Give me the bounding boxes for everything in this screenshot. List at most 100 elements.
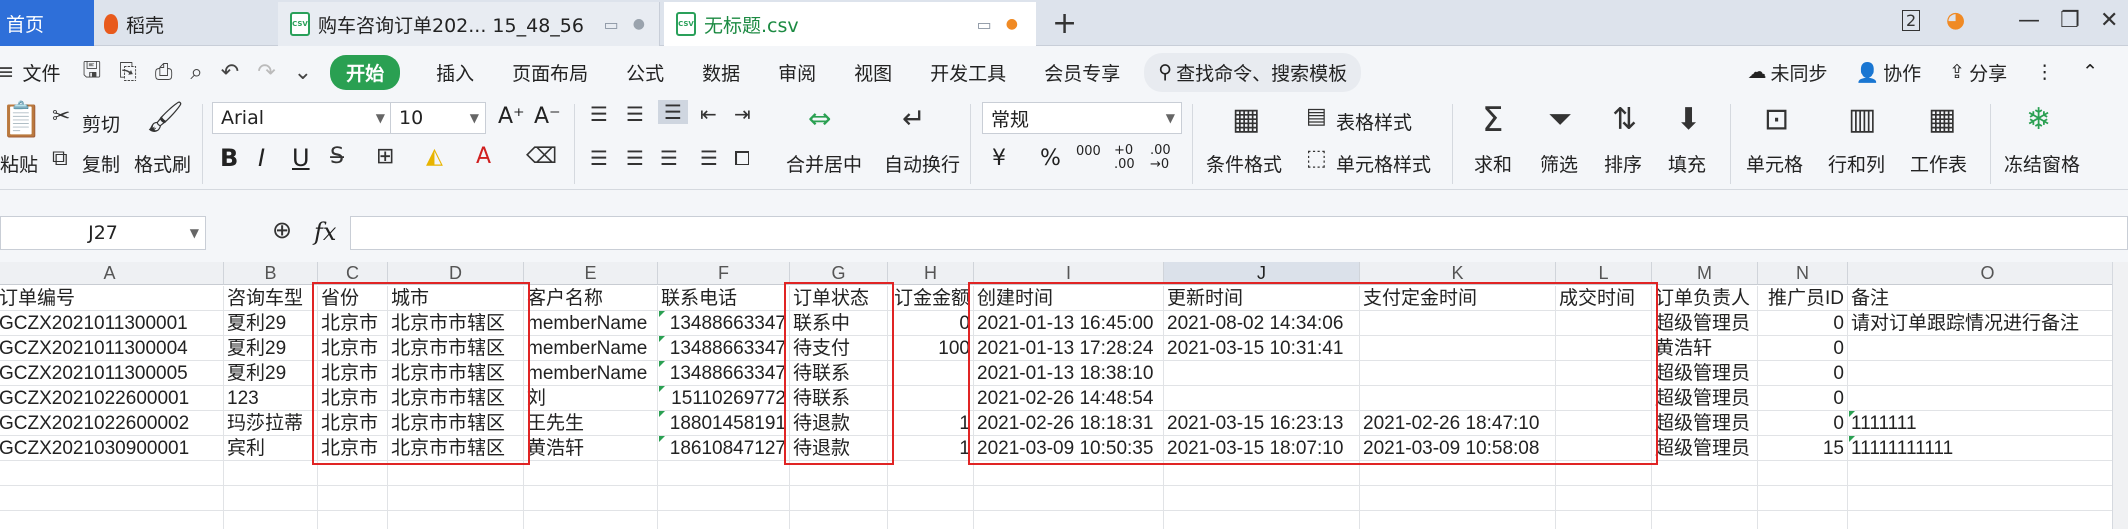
cell-o5[interactable] <box>1848 386 2128 411</box>
cell-e8[interactable] <box>524 461 658 486</box>
cell-h2[interactable]: 0 <box>888 311 974 336</box>
cell-m2[interactable]: 超级管理员 <box>1652 311 1758 336</box>
increase-indent-icon[interactable]: ⇥ <box>734 102 751 126</box>
spreadsheet-grid[interactable]: A B C D E F G H I J K L M N O 订单编号 咨询车型 省份 城市 客户名称 联系电话 订单状态订… <box>0 262 2128 529</box>
cell-n4[interactable]: 0 <box>1758 361 1848 386</box>
freeze-panes-icon[interactable]: ❄ <box>2026 102 2051 137</box>
menu-file[interactable]: 文件 <box>22 59 60 86</box>
copy-button[interactable]: 复制 <box>82 150 120 177</box>
export-icon[interactable]: ⎘ <box>119 60 137 85</box>
cell-c10[interactable] <box>318 511 388 529</box>
fill-icon[interactable]: ⬇ <box>1676 102 1701 137</box>
column-header-f[interactable]: F <box>658 262 790 285</box>
format-painter-icon[interactable]: 🖌 <box>146 100 184 135</box>
cell-e3[interactable]: memberName <box>524 336 658 361</box>
row-column-icon[interactable]: ▥ <box>1848 102 1876 137</box>
close-icon[interactable]: ✕ <box>2100 8 2118 33</box>
menu-formulas[interactable]: 公式 <box>626 59 664 86</box>
wrap-text-button[interactable]: 自动换行 <box>884 150 960 177</box>
tab-csv-order-file[interactable]: CSV 购车咨询订单202... 15_48_56 ▭ ● <box>278 2 660 46</box>
cell-e5[interactable]: 刘 <box>524 386 658 411</box>
cell-n9[interactable] <box>1758 486 1848 511</box>
cell-h4[interactable] <box>888 361 974 386</box>
sum-icon[interactable]: Σ <box>1482 100 1503 140</box>
cell-a8[interactable] <box>0 461 224 486</box>
cell-m7[interactable]: 超级管理员 <box>1652 436 1758 461</box>
clear-format-icon[interactable]: ⌫ <box>526 144 557 169</box>
cell-a10[interactable] <box>0 511 224 529</box>
cell-g10[interactable] <box>790 511 888 529</box>
align-center-icon[interactable]: ☰ <box>626 146 644 170</box>
collapse-ribbon-icon[interactable]: ⌃ <box>2082 61 2098 83</box>
cell-o9[interactable] <box>1848 486 2128 511</box>
cut-icon[interactable]: ✂ <box>52 104 70 129</box>
cell-e7[interactable]: 黄浩轩 <box>524 436 658 461</box>
paste-icon[interactable]: 📋 <box>0 100 42 140</box>
window-mode-icon[interactable]: ▭ <box>604 15 619 34</box>
italic-button[interactable]: I <box>258 144 265 172</box>
share-icon[interactable]: ⇪ <box>1949 61 1965 83</box>
cell-e9[interactable] <box>524 486 658 511</box>
cell-e10[interactable] <box>524 511 658 529</box>
cell-h5[interactable] <box>888 386 974 411</box>
font-shrink-button[interactable]: A⁻ <box>534 104 561 129</box>
menu-start[interactable]: 开始 <box>330 54 401 90</box>
underline-button[interactable]: U <box>292 144 310 172</box>
cell-b6[interactable]: 玛莎拉蒂 <box>224 411 318 436</box>
cell-style-icon[interactable]: ⬚ <box>1306 146 1327 171</box>
increase-decimal-button[interactable]: +0 .00 <box>1114 144 1148 172</box>
window-count-badge[interactable]: 2 <box>1902 10 1921 31</box>
save-icon[interactable]: 🖫 <box>82 53 101 91</box>
thousands-button[interactable]: 000 <box>1076 144 1101 159</box>
cell-f7[interactable]: 18610847127 <box>658 436 790 461</box>
cell-l9[interactable] <box>1556 486 1652 511</box>
cell-b7[interactable]: 宾利 <box>224 436 318 461</box>
align-left-icon[interactable]: ☰ <box>590 146 608 170</box>
cell-o3[interactable] <box>1848 336 2128 361</box>
redo-icon[interactable]: ↷ <box>257 60 275 85</box>
cell-o2[interactable]: 请对订单跟踪情况进行备注 <box>1848 311 2128 336</box>
name-box[interactable]: J27 ▼ <box>0 216 206 250</box>
cell-j10[interactable] <box>1164 511 1360 529</box>
cell-k10[interactable] <box>1360 511 1556 529</box>
undo-icon[interactable]: ↶ <box>221 60 239 85</box>
cell-f4[interactable]: 13488663347 <box>658 361 790 386</box>
cell-h10[interactable] <box>888 511 974 529</box>
cell-f2[interactable]: 13488663347 <box>658 311 790 336</box>
wrap-text-icon[interactable]: ↵ <box>902 102 925 135</box>
cell-b3[interactable]: 夏利29 <box>224 336 318 361</box>
decrease-decimal-button[interactable]: .00 →0 <box>1150 144 1184 172</box>
minimize-icon[interactable]: — <box>2018 8 2040 33</box>
column-header-m[interactable]: M <box>1652 262 1758 285</box>
cell-o10[interactable] <box>1848 511 2128 529</box>
sum-button[interactable]: 求和 <box>1474 150 1512 177</box>
font-name-select[interactable]: Arial ▼ <box>212 102 392 134</box>
cell-m9[interactable] <box>1652 486 1758 511</box>
cell-n1[interactable]: 推广员ID <box>1758 286 1848 311</box>
cell-m6[interactable]: 超级管理员 <box>1652 411 1758 436</box>
cloud-sync-icon[interactable]: ☁ <box>1747 61 1766 83</box>
font-grow-button[interactable]: A⁺ <box>498 104 525 129</box>
currency-button[interactable]: ¥ <box>992 146 1006 171</box>
worksheet-icon[interactable]: ▦ <box>1928 102 1956 137</box>
merge-center-button[interactable]: 合并居中 <box>786 150 862 177</box>
window-mode-icon[interactable]: ▭ <box>977 15 992 34</box>
quick-access-dropdown-icon[interactable]: ⌄ <box>294 60 312 85</box>
conditional-format-button[interactable]: 条件格式 <box>1206 150 1282 177</box>
cell-a7[interactable]: GCZX2021030900001 <box>0 436 224 461</box>
menu-data[interactable]: 数据 <box>702 59 740 86</box>
distributed-icon[interactable]: ⧠ <box>734 146 750 170</box>
new-tab-button[interactable]: + <box>1052 6 1077 41</box>
cell-k9[interactable] <box>1360 486 1556 511</box>
column-header-h[interactable]: H <box>888 262 974 285</box>
cells-button[interactable]: 单元格 <box>1746 150 1803 177</box>
cell-e6[interactable]: 王先生 <box>524 411 658 436</box>
unsaved-dot-icon[interactable]: ● <box>1006 16 1018 32</box>
cell-n5[interactable]: 0 <box>1758 386 1848 411</box>
cell-o4[interactable] <box>1848 361 2128 386</box>
cell-b10[interactable] <box>224 511 318 529</box>
cell-b4[interactable]: 夏利29 <box>224 361 318 386</box>
cell-b8[interactable] <box>224 461 318 486</box>
formula-input[interactable] <box>350 216 2128 250</box>
cell-c9[interactable] <box>318 486 388 511</box>
